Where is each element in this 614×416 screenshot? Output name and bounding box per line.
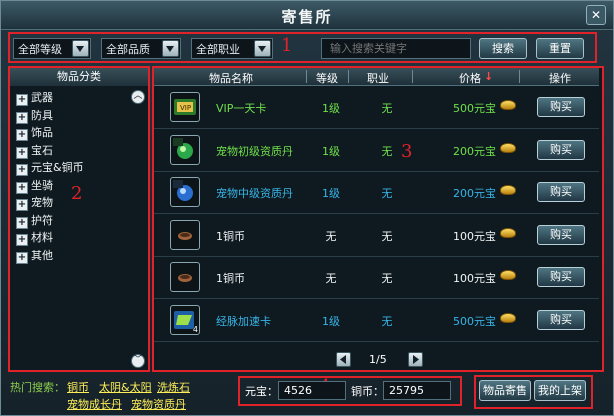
copper-field: 25795 <box>383 381 451 400</box>
reset-button[interactable]: 重置 <box>536 38 584 59</box>
hot-search-label: 热门搜索： <box>10 381 65 394</box>
my-listings-button[interactable]: 我的上架 <box>534 380 586 401</box>
profession-dropdown-value: 全部职业 <box>196 43 240 56</box>
annotation-box-2 <box>8 66 150 372</box>
quality-dropdown[interactable]: 全部品质 <box>101 38 181 59</box>
hot-search-link[interactable]: 宠物资质丹 <box>131 396 186 412</box>
search-button[interactable]: 搜索 <box>479 38 527 59</box>
yuanbao-label: 元宝： <box>245 385 278 398</box>
profession-dropdown[interactable]: 全部职业 <box>191 38 273 59</box>
consignment-window: 寄售所 ✕ 1 全部等级 全部品质 全部职业 搜索 重置 物品分类 +武器+防具… <box>0 0 614 416</box>
chevron-down-icon[interactable] <box>254 40 271 57</box>
search-field[interactable] <box>321 38 471 59</box>
annotation-number-3: 3 <box>401 141 413 162</box>
consign-item-button[interactable]: 物品寄售 <box>479 380 531 401</box>
annotation-number-2: 2 <box>71 183 83 204</box>
yuanbao-field: 4526 <box>278 381 346 400</box>
chevron-down-icon[interactable] <box>162 40 179 57</box>
copper-value: 25795 <box>389 384 424 397</box>
close-button[interactable]: ✕ <box>586 5 606 25</box>
copper-label: 铜币： <box>351 385 384 398</box>
chevron-down-icon[interactable] <box>72 40 89 57</box>
window-title: 寄售所 <box>281 8 333 26</box>
hot-search-link[interactable]: 宠物成长丹 <box>67 396 122 412</box>
annotation-number-1: 1 <box>281 35 293 56</box>
yuanbao-value: 4526 <box>284 384 312 397</box>
annotation-box-3 <box>152 66 604 372</box>
hot-search-link[interactable]: 太阴&太阳 <box>99 379 152 395</box>
level-dropdown-value: 全部等级 <box>18 43 62 56</box>
hot-search-link[interactable]: 铜币 <box>67 379 89 395</box>
search-input[interactable] <box>328 41 467 56</box>
quality-dropdown-value: 全部品质 <box>106 43 150 56</box>
hot-search-link[interactable]: 洗炼石 <box>157 379 190 395</box>
title-bar[interactable]: 寄售所 ✕ <box>1 1 613 30</box>
level-dropdown[interactable]: 全部等级 <box>13 38 91 59</box>
